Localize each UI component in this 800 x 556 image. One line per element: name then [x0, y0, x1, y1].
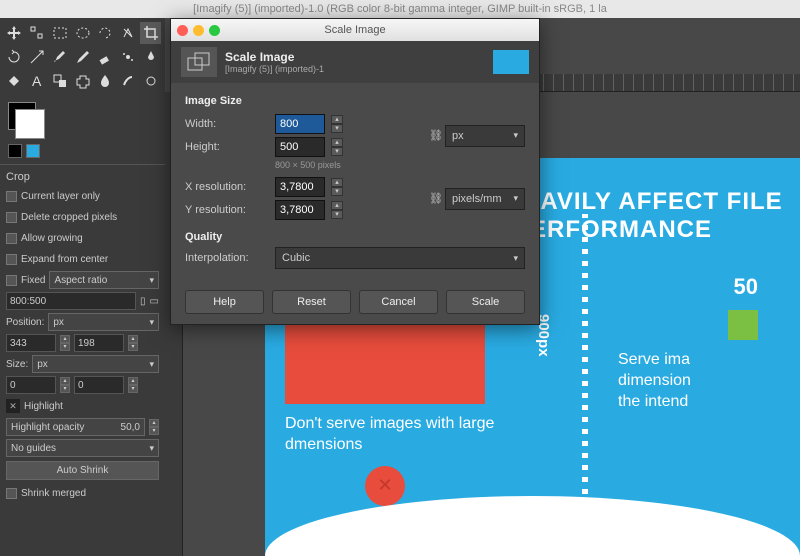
checkbox[interactable] [6, 233, 17, 244]
scale-icon [181, 47, 217, 77]
green-rectangle [728, 310, 758, 340]
svg-text:A: A [32, 73, 42, 89]
chevron-down-icon: ▾ [513, 130, 518, 141]
app-title: [Imagify (5)] (imported)-1.0 (RGB color … [193, 3, 607, 15]
ratio-field[interactable] [6, 292, 136, 310]
spinner[interactable]: ▴▾ [128, 377, 138, 393]
spinner[interactable]: ▴▾ [331, 178, 343, 196]
portrait-icon[interactable]: ▯ [140, 296, 146, 307]
checkbox[interactable] [6, 212, 17, 223]
checkbox[interactable] [6, 275, 17, 286]
reset-button[interactable]: Reset [272, 290, 351, 314]
size-unit-dropdown[interactable]: px▾ [445, 125, 525, 147]
dodge-tool[interactable] [140, 70, 161, 92]
chevron-down-icon: ▾ [513, 253, 518, 264]
auto-shrink-button[interactable]: Auto Shrink [6, 461, 159, 480]
left-panel: A Crop Current layer only Delete cropped… [0, 18, 165, 556]
landscape-icon[interactable]: ▭ [150, 296, 159, 307]
size-unit-dropdown[interactable]: px▾ [32, 355, 159, 373]
text-tool[interactable]: A [27, 70, 48, 92]
cancel-button[interactable]: Cancel [359, 290, 438, 314]
airbrush-tool[interactable] [118, 46, 139, 68]
paintbrush-tool[interactable] [49, 46, 70, 68]
color-swatches[interactable] [0, 98, 165, 162]
image-thumbnail [493, 50, 529, 74]
smudge-tool[interactable] [118, 70, 139, 92]
checkbox[interactable] [6, 191, 17, 202]
yres-input[interactable] [275, 200, 325, 220]
chevron-down-icon: ▾ [513, 193, 518, 204]
width-input[interactable] [275, 114, 325, 134]
ellipse-select-tool[interactable] [72, 22, 93, 44]
chevron-down-icon: ▾ [149, 359, 154, 370]
align-tool[interactable] [27, 22, 48, 44]
rotate-tool[interactable] [4, 46, 25, 68]
chevron-down-icon: ▾ [149, 317, 154, 328]
section-quality: Quality [185, 231, 525, 243]
clone-tool[interactable] [49, 70, 70, 92]
chevron-down-icon: ▾ [149, 443, 154, 454]
fuzzy-select-tool[interactable] [118, 22, 139, 44]
crop-tool[interactable] [140, 22, 161, 44]
help-button[interactable]: Help [185, 290, 264, 314]
guides-dropdown[interactable]: No guides▾ [6, 439, 159, 457]
ink-tool[interactable] [140, 46, 161, 68]
eraser-tool[interactable] [95, 46, 116, 68]
spinner[interactable]: ▴▾ [331, 201, 343, 219]
chain-link-icon[interactable]: ⛓ [427, 116, 445, 156]
rect-select-tool[interactable] [49, 22, 70, 44]
toolbox: A [0, 18, 165, 98]
bucket-tool[interactable] [4, 70, 25, 92]
spinner[interactable]: ▴▾ [60, 377, 70, 393]
scale-tool[interactable] [27, 46, 48, 68]
minimize-window-button[interactable] [193, 25, 204, 36]
size-hint: 800 × 500 pixels [275, 160, 525, 170]
free-select-tool[interactable] [95, 22, 116, 44]
xres-input[interactable] [275, 177, 325, 197]
spinner[interactable]: ▴▾ [149, 419, 159, 435]
zoom-window-button[interactable] [209, 25, 220, 36]
interpolation-dropdown[interactable]: Cubic▾ [275, 247, 525, 269]
pos-x-field[interactable] [6, 334, 56, 352]
aspect-dropdown[interactable]: Aspect ratio▾ [49, 271, 159, 289]
scale-button[interactable]: Scale [446, 290, 525, 314]
tool-options: Crop Current layer only Delete cropped p… [0, 167, 165, 509]
size-w-field[interactable] [6, 376, 56, 394]
poster-number: 50 [618, 274, 758, 300]
close-window-button[interactable] [177, 25, 188, 36]
checkbox[interactable] [6, 488, 17, 499]
dialog-header-title: Scale Image [225, 50, 324, 64]
spinner[interactable]: ▴▾ [60, 335, 70, 351]
red-circle-icon: ✕ [365, 466, 405, 506]
dialog-title: Scale Image [324, 24, 385, 36]
dialog-header-sub: [Imagify (5)] (imported)-1 [225, 64, 324, 74]
height-input[interactable] [275, 137, 325, 157]
spinner[interactable]: ▴▾ [331, 138, 343, 156]
dialog-titlebar[interactable]: Scale Image [171, 19, 539, 41]
blur-tool[interactable] [95, 70, 116, 92]
options-title: Crop [6, 171, 159, 183]
res-unit-dropdown[interactable]: pixels/mm▾ [445, 188, 525, 210]
size-h-field[interactable] [74, 376, 124, 394]
pos-unit-dropdown[interactable]: px▾ [48, 313, 159, 331]
move-tool[interactable] [4, 22, 25, 44]
poster-caption-2: Serve imadimensionthe intend [618, 350, 758, 412]
app-titlebar: [Imagify (5)] (imported)-1.0 (RGB color … [0, 0, 800, 18]
close-icon[interactable]: ✕ [6, 399, 20, 413]
scale-image-dialog: Scale Image Scale Image [Imagify (5)] (i… [170, 18, 540, 325]
spinner[interactable]: ▴▾ [128, 335, 138, 351]
pencil-tool[interactable] [72, 46, 93, 68]
checkbox[interactable] [6, 254, 17, 265]
spinner[interactable]: ▴▾ [331, 115, 343, 133]
poster-caption: Don't serve images with large dmensions [285, 414, 505, 456]
section-image-size: Image Size [185, 95, 525, 107]
pos-y-field[interactable] [74, 334, 124, 352]
chain-link-icon[interactable]: ⛓ [427, 179, 445, 219]
chevron-down-icon: ▾ [149, 275, 154, 286]
heal-tool[interactable] [72, 70, 93, 92]
